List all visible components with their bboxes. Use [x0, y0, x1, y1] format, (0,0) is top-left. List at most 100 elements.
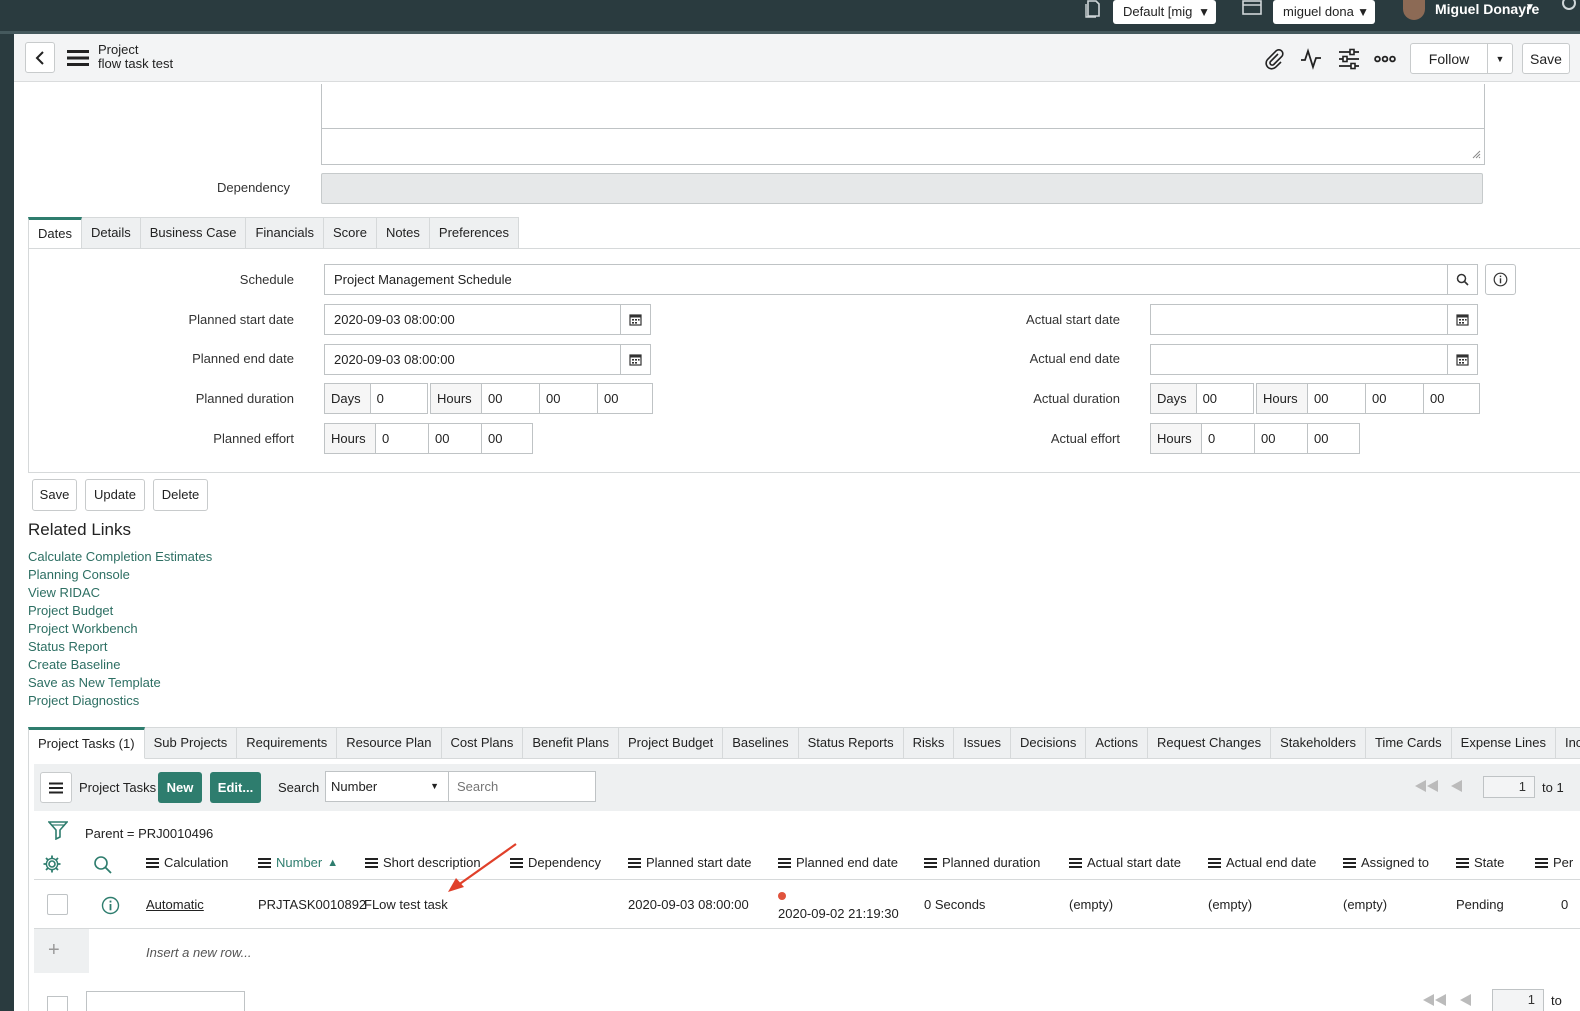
update-set-icon[interactable] [1085, 0, 1101, 21]
row-select-checkbox[interactable] [47, 894, 68, 915]
tab-score[interactable]: Score [323, 217, 377, 249]
column-planned-end-date[interactable]: Planned end date [778, 855, 898, 870]
help-icon[interactable] [1562, 0, 1576, 10]
previous-page-icon[interactable] [1450, 779, 1464, 796]
link-view-ridac[interactable]: View RIDAC [28, 585, 100, 600]
list-settings-gear-icon[interactable] [42, 854, 62, 877]
link-project-workbench[interactable]: Project Workbench [28, 621, 138, 636]
planned-effort-hours-field[interactable]: 0 [376, 424, 429, 453]
link-status-report[interactable]: Status Report [28, 639, 108, 654]
page-number-input[interactable]: 1 [1483, 776, 1535, 798]
column-actual-start-date[interactable]: Actual start date [1069, 855, 1181, 870]
impersonate-user-select[interactable]: miguel dona ▼ [1273, 0, 1375, 24]
planned-effort-minutes-field[interactable]: 00 [429, 424, 482, 453]
actual-duration-days-field[interactable]: 00 [1197, 384, 1253, 413]
form-delete-button[interactable]: Delete [153, 479, 208, 511]
save-button[interactable]: Save [1522, 43, 1570, 74]
row-assigned-to[interactable]: (empty) [1343, 897, 1387, 912]
row-actual-start[interactable]: (empty) [1069, 897, 1113, 912]
link-create-baseline[interactable]: Create Baseline [28, 657, 121, 672]
column-state[interactable]: State [1456, 855, 1504, 870]
avatar[interactable] [1403, 0, 1425, 20]
tab-dates[interactable]: Dates [28, 217, 82, 249]
window-icon[interactable] [1242, 0, 1262, 19]
tab-sub-projects[interactable]: Sub Projects [144, 727, 238, 759]
actual-duration-hours-field[interactable]: 00 [1308, 384, 1366, 413]
row-preview-info-icon[interactable] [101, 896, 120, 918]
row-state[interactable]: Pending [1456, 897, 1504, 912]
tab-expense-lines[interactable]: Expense Lines [1451, 727, 1556, 759]
resize-handle-icon[interactable] [1472, 147, 1481, 162]
form-update-button[interactable]: Update [85, 479, 145, 511]
tab-benefit-plans[interactable]: Benefit Plans [523, 727, 619, 759]
filter-breadcrumb[interactable]: Parent = PRJ0010496 [85, 826, 213, 841]
edit-button[interactable]: Edit... [210, 772, 261, 803]
column-actual-end-date[interactable]: Actual end date [1208, 855, 1316, 870]
row-calculation-link[interactable]: Automatic [146, 897, 204, 912]
follow-button[interactable]: Follow [1410, 43, 1488, 74]
schedule-info-button[interactable] [1485, 264, 1516, 295]
description-textarea[interactable] [321, 84, 1485, 129]
user-menu-name[interactable]: Miguel Donayre [1435, 1, 1539, 17]
follow-dropdown-button[interactable]: ▼ [1487, 43, 1513, 74]
tab-decisions[interactable]: Decisions [1011, 727, 1087, 759]
actual-duration-minutes-field[interactable]: 00 [1366, 384, 1424, 413]
link-project-budget[interactable]: Project Budget [28, 603, 113, 618]
personalize-sliders-icon[interactable] [1338, 48, 1360, 73]
row-percent-complete[interactable]: 0 [1561, 897, 1568, 912]
plus-icon[interactable]: + [48, 939, 60, 962]
tab-status-reports[interactable]: Status Reports [798, 727, 904, 759]
tab-notes[interactable]: Notes [376, 217, 430, 249]
first-page-icon[interactable] [1422, 993, 1448, 1010]
planned-duration-days-field[interactable]: 0 [371, 384, 427, 413]
tab-baselines[interactable]: Baselines [723, 727, 799, 759]
tab-details[interactable]: Details [81, 217, 141, 249]
column-calculation[interactable]: Calculation [146, 855, 228, 870]
activity-pulse-icon[interactable] [1300, 48, 1322, 73]
search-input[interactable] [448, 771, 596, 802]
tab-preferences[interactable]: Preferences [429, 217, 519, 249]
hamburger-menu-icon[interactable] [67, 49, 89, 70]
tab-actions[interactable]: Actions [1086, 727, 1148, 759]
actual-end-date-calendar-button[interactable] [1447, 344, 1478, 375]
list-search-icon[interactable] [93, 855, 113, 878]
form-save-button[interactable]: Save [32, 479, 77, 511]
planned-duration-seconds-field[interactable]: 00 [598, 384, 652, 413]
planned-effort-seconds-field[interactable]: 00 [482, 424, 532, 453]
filter-icon[interactable] [47, 820, 69, 843]
row-planned-end[interactable]: 2020-09-02 21:19:30 [778, 906, 899, 921]
schedule-field[interactable]: Project Management Schedule [324, 264, 1448, 295]
link-save-as-new-template[interactable]: Save as New Template [28, 675, 161, 690]
actual-effort-hours-field[interactable]: 0 [1202, 424, 1255, 453]
tab-issues[interactable]: Issues [954, 727, 1011, 759]
first-page-icon[interactable] [1414, 779, 1440, 796]
new-button[interactable]: New [158, 772, 202, 803]
tab-resource-plan[interactable]: Resource Plan [337, 727, 442, 759]
caret-down-icon[interactable]: ▼ [1525, 2, 1535, 13]
row-short-description[interactable]: FLow test task [364, 897, 448, 912]
row-planned-duration[interactable]: 0 Seconds [924, 897, 985, 912]
link-planning-console[interactable]: Planning Console [28, 567, 130, 582]
search-field-select[interactable]: Number ▼ [325, 771, 449, 802]
tab-request-changes[interactable]: Request Changes [1148, 727, 1272, 759]
application-scope-select[interactable]: Default [mig ▼ [1113, 0, 1216, 24]
more-options-icon[interactable] [1374, 52, 1396, 67]
actual-start-date-field[interactable] [1150, 304, 1448, 335]
tab-financials[interactable]: Financials [246, 217, 324, 249]
select-all-checkbox[interactable] [47, 996, 68, 1011]
planned-start-date-calendar-button[interactable] [620, 304, 651, 335]
planned-end-date-field[interactable]: 2020-09-03 08:00:00 [324, 344, 621, 375]
planned-duration-hours-field[interactable]: 00 [482, 384, 540, 413]
row-number[interactable]: PRJTASK0010892 [258, 897, 366, 912]
actual-effort-minutes-field[interactable]: 00 [1255, 424, 1308, 453]
row-planned-start[interactable]: 2020-09-03 08:00:00 [628, 897, 749, 912]
planned-end-date-calendar-button[interactable] [620, 344, 651, 375]
back-button[interactable] [25, 42, 55, 73]
actual-start-date-calendar-button[interactable] [1447, 304, 1478, 335]
tab-cost-plans[interactable]: Cost Plans [441, 727, 524, 759]
actions-on-selected-select[interactable] [86, 991, 245, 1011]
tab-requirements[interactable]: Requirements [237, 727, 338, 759]
tab-project-budget[interactable]: Project Budget [618, 727, 724, 759]
actual-duration-seconds-field[interactable]: 00 [1424, 384, 1479, 413]
schedule-lookup-button[interactable] [1447, 264, 1478, 295]
